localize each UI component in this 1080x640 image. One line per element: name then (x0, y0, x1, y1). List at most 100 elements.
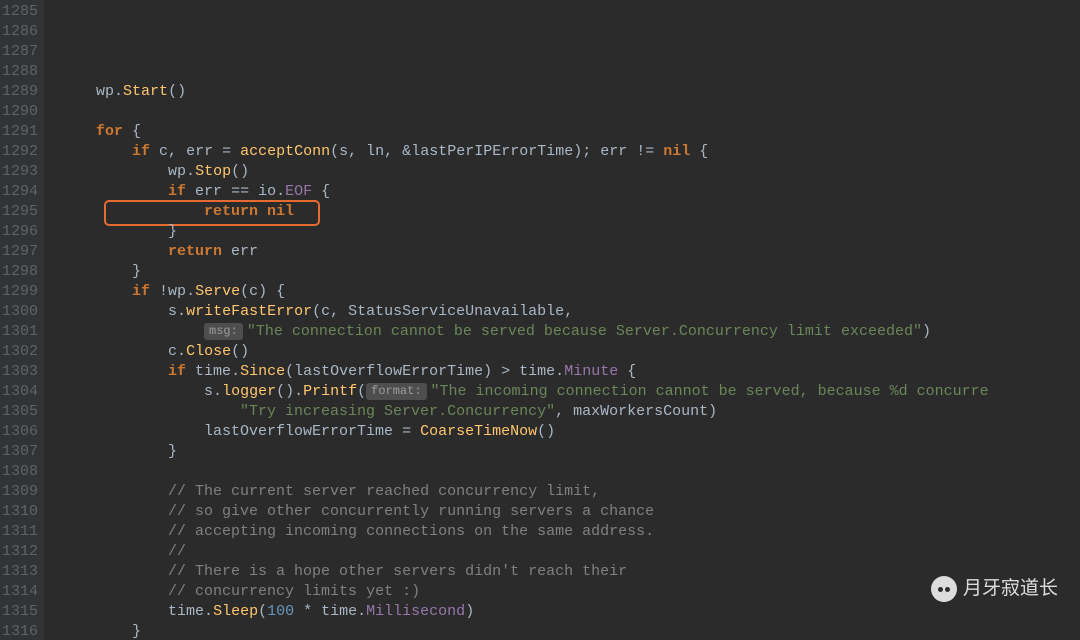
code-token: err (600, 143, 627, 160)
code-token: . (213, 383, 222, 400)
code-line[interactable]: return nil (60, 202, 1080, 222)
code-line[interactable]: // There is a hope other servers didn't … (60, 562, 1080, 582)
code-token: "Try increasing Server.Concurrency" (240, 403, 555, 420)
code-line[interactable]: // concurrency limits yet :) (60, 582, 1080, 602)
code-token: ( (312, 303, 321, 320)
code-line[interactable]: for { (60, 122, 1080, 142)
code-token (60, 583, 168, 600)
code-token (60, 163, 168, 180)
code-token: . (276, 183, 285, 200)
line-number: 1302 (0, 342, 38, 362)
code-token: time (321, 603, 357, 620)
code-token (60, 323, 204, 340)
code-token: , & (384, 143, 411, 160)
code-line[interactable]: s.writeFastError(c, StatusServiceUnavail… (60, 302, 1080, 322)
code-token: nil (663, 143, 690, 160)
code-token: lastOverflowErrorTime (204, 423, 393, 440)
code-token: s (204, 383, 213, 400)
code-token: c (159, 143, 168, 160)
code-token (60, 223, 168, 240)
code-line[interactable]: lastOverflowErrorTime = CoarseTimeNow() (60, 422, 1080, 442)
line-number: 1309 (0, 482, 38, 502)
code-token: ); (573, 143, 600, 160)
code-token (60, 143, 132, 160)
code-line[interactable]: if err == io.EOF { (60, 182, 1080, 202)
code-line[interactable]: if !wp.Serve(c) { (60, 282, 1080, 302)
code-token: , (564, 303, 573, 320)
code-line[interactable]: if time.Since(lastOverflowErrorTime) > t… (60, 362, 1080, 382)
code-token: Close (186, 343, 231, 360)
line-number: 1303 (0, 362, 38, 382)
code-line[interactable]: wp.Stop() (60, 162, 1080, 182)
code-token: . (177, 343, 186, 360)
code-token: } (132, 263, 141, 280)
code-area[interactable]: 月牙寂道长 wp.Start() for { if c, err = accep… (44, 0, 1080, 640)
code-token: (). (276, 383, 303, 400)
code-token: c (249, 283, 258, 300)
line-number: 1306 (0, 422, 38, 442)
code-line[interactable]: // (60, 542, 1080, 562)
code-line[interactable]: return err (60, 242, 1080, 262)
code-token: if (132, 143, 159, 160)
code-token (60, 363, 168, 380)
code-token: Serve (195, 283, 240, 300)
code-token (60, 123, 96, 140)
line-number: 1314 (0, 582, 38, 602)
line-number: 1307 (0, 442, 38, 462)
code-line[interactable]: s.logger().Printf(format:"The incoming c… (60, 382, 1080, 402)
code-token: if (168, 363, 195, 380)
code-line[interactable]: if c, err = acceptConn(s, ln, &lastPerIP… (60, 142, 1080, 162)
code-token: // concurrency limits yet :) (168, 583, 420, 600)
code-token: err (231, 243, 258, 260)
code-token (60, 543, 168, 560)
code-line[interactable]: // The current server reached concurrenc… (60, 482, 1080, 502)
code-token: c (321, 303, 330, 320)
code-line[interactable]: } (60, 222, 1080, 242)
code-token: } (168, 443, 177, 460)
code-line[interactable]: msg:"The connection cannot be served bec… (60, 322, 1080, 342)
code-token: ln (366, 143, 384, 160)
code-line[interactable]: // accepting incoming connections on the… (60, 522, 1080, 542)
code-line[interactable]: } (60, 622, 1080, 640)
code-token: ) (465, 603, 474, 620)
code-line[interactable]: c.Close() (60, 342, 1080, 362)
code-token: , (330, 303, 348, 320)
code-line[interactable]: // so give other concurrently running se… (60, 502, 1080, 522)
line-number: 1304 (0, 382, 38, 402)
code-line[interactable]: "Try increasing Server.Concurrency", max… (60, 402, 1080, 422)
code-token: s (339, 143, 348, 160)
code-token: . (231, 363, 240, 380)
inlay-hint: format: (366, 383, 426, 400)
code-token: ) (922, 323, 931, 340)
code-token: maxWorkersCount (573, 403, 708, 420)
code-line[interactable] (60, 462, 1080, 482)
line-number: 1315 (0, 602, 38, 622)
line-number: 1285 (0, 2, 38, 22)
code-token: wp (96, 83, 114, 100)
line-number: 1311 (0, 522, 38, 542)
code-line[interactable]: wp.Start() (60, 82, 1080, 102)
code-line[interactable]: } (60, 442, 1080, 462)
code-token: err (195, 183, 222, 200)
code-token: ) { (258, 283, 285, 300)
line-number: 1294 (0, 182, 38, 202)
code-token: time (195, 363, 231, 380)
code-token: "The incoming connection cannot be serve… (431, 383, 989, 400)
code-token: = (393, 423, 420, 440)
code-token: . (357, 603, 366, 620)
code-line[interactable]: } (60, 262, 1080, 282)
code-token: { (618, 363, 636, 380)
line-number: 1305 (0, 402, 38, 422)
code-token: "The connection cannot be served because… (247, 323, 922, 340)
code-token (60, 303, 168, 320)
code-token: ) > (483, 363, 519, 380)
line-number: 1313 (0, 562, 38, 582)
code-token: // There is a hope other servers didn't … (168, 563, 627, 580)
code-token: io (258, 183, 276, 200)
code-line[interactable] (60, 102, 1080, 122)
code-token: Start (123, 83, 168, 100)
code-token: () (231, 343, 249, 360)
code-line[interactable]: time.Sleep(100 * time.Millisecond) (60, 602, 1080, 622)
line-number: 1300 (0, 302, 38, 322)
code-token: , (348, 143, 366, 160)
